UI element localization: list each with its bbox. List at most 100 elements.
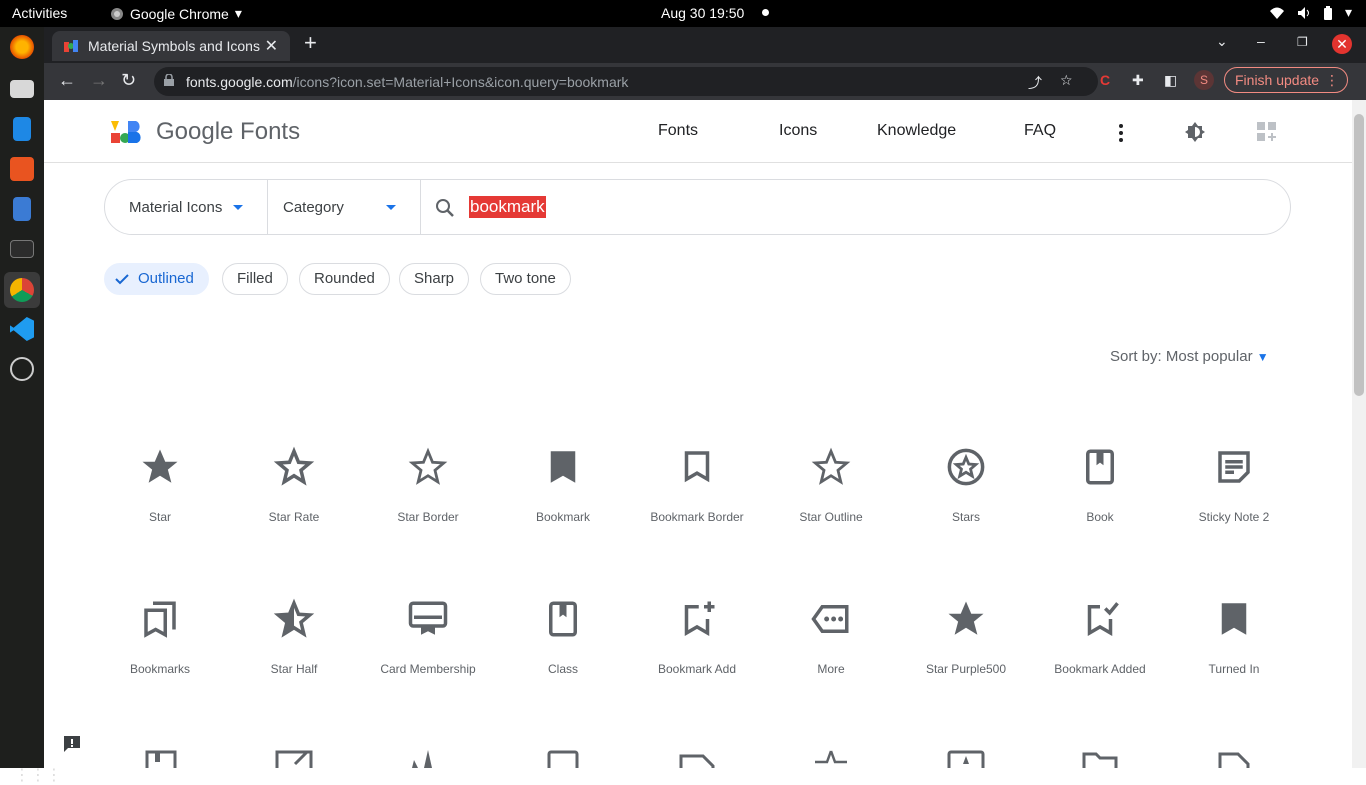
icon-tile-bookmark-added[interactable]: Bookmark Added — [1033, 598, 1167, 677]
sort-dropdown[interactable]: Sort by: Most popular ▼ — [1110, 348, 1269, 365]
icon-set-dropdown[interactable]: Material Icons — [129, 199, 222, 216]
activities-button[interactable]: Activities — [12, 5, 67, 21]
text-editor-icon[interactable] — [13, 197, 31, 221]
close-tab-icon[interactable]: ✕ — [265, 36, 278, 56]
icon-tile-book[interactable]: Book — [1033, 446, 1167, 525]
icon-tile-class[interactable]: Class — [496, 598, 630, 677]
style-chip-rounded[interactable]: Rounded — [299, 263, 390, 295]
firefox-icon[interactable] — [10, 35, 34, 59]
folder-special-icon — [1082, 752, 1118, 768]
bookmarks-icon — [144, 601, 176, 638]
dock: ⋮⋮⋮ — [0, 27, 62, 784]
terminal-icon[interactable] — [10, 240, 34, 258]
icon-tile-bookmark-border[interactable]: Bookmark Border — [630, 446, 764, 525]
software-center-icon[interactable] — [10, 157, 34, 181]
app-menu-label: Google Chrome — [130, 5, 229, 22]
category-dropdown[interactable]: Category — [283, 199, 344, 216]
nav-fonts[interactable]: Fonts — [658, 122, 698, 140]
icon-label: Star — [148, 510, 171, 524]
icon-tile-star-border[interactable]: Star Border — [361, 446, 495, 525]
icon-tile-bookmark[interactable]: Bookmark — [496, 446, 630, 525]
icon-tile-star-rate[interactable]: Star Rate — [227, 446, 361, 525]
icon-tile-star-purple500[interactable]: Star Purple500 — [899, 598, 1033, 677]
address-bar[interactable]: fonts.google.com/icons?icon.set=Material… — [154, 67, 1098, 96]
page-scrollbar[interactable] — [1352, 100, 1366, 768]
chrome-icon[interactable] — [10, 278, 34, 302]
browser-frame: Material Symbols and Icons ✕ + ⌄ – ❐ ✕ ←… — [44, 27, 1366, 100]
icon-label: Star Purple500 — [925, 662, 1007, 676]
icon-tile-turned-in[interactable]: Turned In — [1167, 598, 1301, 677]
star-icon — [142, 449, 178, 483]
nav-faq[interactable]: FAQ — [1024, 122, 1056, 140]
icon-search-bar: Material Icons Category bookmark — [104, 179, 1291, 235]
divider — [267, 180, 268, 234]
notification-dot — [762, 9, 769, 16]
brightness-icon[interactable] — [1184, 121, 1206, 143]
icon-tile-bookmarks[interactable]: Bookmarks — [93, 598, 227, 677]
url-path: /icons?icon.set=Material+Icons&icon.quer… — [292, 74, 629, 90]
card-membership-icon — [408, 601, 448, 635]
writer-icon[interactable] — [13, 117, 31, 141]
finish-update-button[interactable]: Finish update ⋮ — [1224, 67, 1348, 93]
system-top-bar: Activities Google Chrome ▾ Aug 30 19:50 … — [0, 0, 1366, 27]
search-input[interactable]: bookmark — [469, 196, 546, 218]
show-apps-icon[interactable]: ⋮⋮⋮ — [14, 765, 62, 785]
divider — [420, 180, 421, 234]
site-brand[interactable]: Google Fonts — [156, 118, 300, 146]
icon-tile-sticky-note-2[interactable]: Sticky Note 2 — [1167, 446, 1301, 525]
maximize-button[interactable]: ❐ — [1297, 35, 1308, 49]
reload-button[interactable]: ↻ — [121, 70, 136, 91]
clock[interactable]: Aug 30 19:50 — [661, 5, 744, 21]
icon-label: Book — [1086, 510, 1114, 524]
browser-tab[interactable]: Material Symbols and Icons ✕ — [52, 31, 290, 61]
turned-in-icon — [1221, 603, 1247, 635]
icon-tile-star-half[interactable]: Star Half — [227, 598, 361, 677]
style-chip-filled[interactable]: Filled — [222, 263, 288, 295]
style-chip-outlined[interactable]: Outlined — [104, 263, 209, 295]
google-fonts-favicon — [64, 40, 78, 52]
forward-button[interactable]: → — [90, 70, 108, 91]
new-tab-button[interactable]: + — [304, 30, 317, 56]
profile-avatar[interactable]: S — [1194, 70, 1214, 90]
feedback-icon[interactable] — [62, 734, 82, 754]
chevron-down-icon — [386, 205, 396, 210]
selected-families-icon[interactable] — [1256, 121, 1278, 143]
extension-icon[interactable]: C — [1100, 72, 1110, 88]
icon-tile-star-outline[interactable]: Star Outline — [764, 446, 898, 525]
window-close-button[interactable]: ✕ — [1332, 34, 1352, 54]
style-chip-two-tone[interactable]: Two tone — [480, 263, 571, 295]
bookmark-star-icon[interactable]: ☆ — [1060, 72, 1073, 89]
lock-icon — [164, 74, 174, 86]
icon-tile-card-membership[interactable]: Card Membership — [361, 598, 495, 677]
nav-knowledge[interactable]: Knowledge — [877, 122, 956, 140]
style-chip-sharp[interactable]: Sharp — [399, 263, 470, 295]
icon-label: Bookmark Add — [657, 662, 737, 676]
tab-search-icon[interactable]: ⌄ — [1216, 33, 1228, 50]
more-vert-icon[interactable] — [1119, 124, 1123, 142]
icon-label: Class — [547, 662, 578, 676]
updater-icon[interactable] — [10, 357, 34, 381]
share-icon[interactable]: ⤴ — [1028, 73, 1042, 93]
app-menu[interactable]: Google Chrome ▾ — [110, 5, 242, 22]
system-tray[interactable]: ▾ — [1269, 4, 1352, 21]
star-icon — [815, 750, 847, 764]
side-panel-icon[interactable]: ◧ — [1164, 72, 1177, 89]
scrollbar-thumb[interactable] — [1354, 114, 1364, 396]
vscode-icon[interactable] — [10, 317, 34, 341]
icon-tile-star[interactable]: Star — [93, 446, 227, 525]
extensions-puzzle-icon[interactable]: ✚ — [1132, 72, 1144, 89]
icon-tile-bookmark-add[interactable]: Bookmark Add — [630, 598, 764, 677]
icon-label: Stars — [951, 510, 980, 524]
volume-icon — [1297, 6, 1309, 19]
back-button[interactable]: ← — [58, 70, 76, 91]
icon-tile-more[interactable]: More — [764, 598, 898, 677]
minimize-button[interactable]: – — [1257, 33, 1265, 49]
nav-icons[interactable]: Icons — [779, 122, 817, 140]
icon-tile-stars[interactable]: Stars — [899, 446, 1033, 525]
google-fonts-logo[interactable] — [109, 119, 143, 145]
files-icon[interactable] — [10, 80, 34, 98]
search-icon — [436, 199, 454, 217]
check-icon — [115, 274, 129, 285]
icon-label: Bookmark — [535, 510, 591, 524]
icon-label: Sticky Note 2 — [1198, 510, 1270, 524]
